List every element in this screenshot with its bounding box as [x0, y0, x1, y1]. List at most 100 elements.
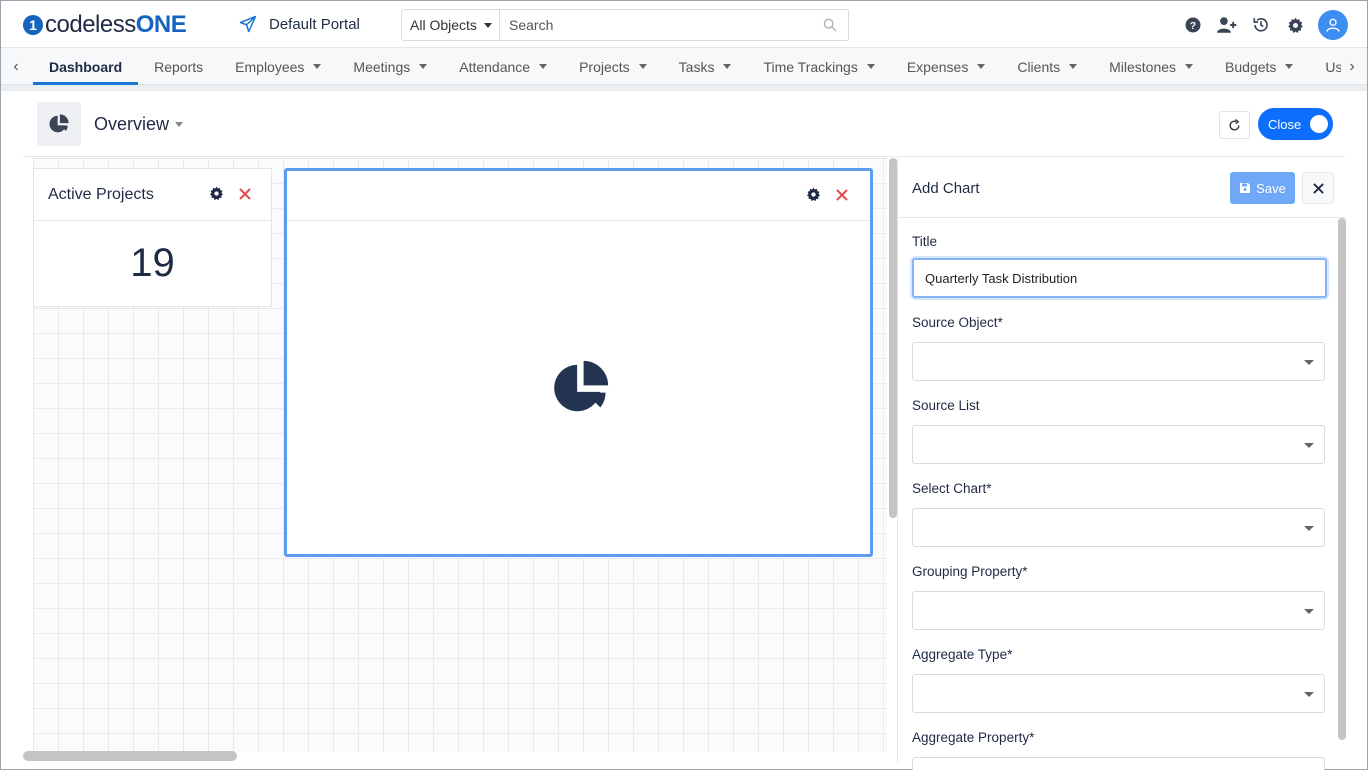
gear-icon[interactable]	[806, 187, 821, 202]
help-icon[interactable]: ?	[1176, 16, 1210, 34]
chevron-down-icon	[1304, 526, 1314, 531]
field-select[interactable]	[912, 425, 1325, 464]
chevron-down-icon	[1304, 360, 1314, 365]
chevron-down-icon	[539, 64, 548, 69]
field-label: Source List	[912, 398, 980, 413]
tab-tasks[interactable]: Tasks	[663, 48, 748, 85]
chevron-down-icon	[175, 122, 184, 127]
form-field: Aggregate Type*	[912, 647, 1326, 713]
panel-header: Add Chart Save	[898, 158, 1346, 218]
pie-chart-icon	[37, 102, 81, 146]
widget-header: Active Projects	[34, 169, 271, 221]
close-icon[interactable]	[239, 187, 251, 200]
grid-horizontal-scrollbar[interactable]	[23, 751, 237, 761]
chevron-down-icon	[483, 22, 492, 28]
nav-tabs: Dashboard Reports Employees Meetings Attenda…	[33, 48, 1341, 85]
chevron-down-icon	[419, 64, 428, 69]
page-title: Overview	[94, 114, 170, 134]
active-projects-widget[interactable]: Active Projects 19	[33, 168, 272, 307]
tab-dashboard[interactable]: Dashboard	[33, 48, 139, 85]
chevron-down-icon	[1304, 609, 1314, 614]
tab-us[interactable]: Us	[1309, 48, 1341, 85]
tab-budgets[interactable]: Budgets	[1209, 48, 1309, 85]
logo-mark: 1	[23, 15, 43, 35]
panel-title: Add Chart	[912, 180, 980, 197]
save-button[interactable]: Save	[1230, 172, 1295, 204]
tab-attendance[interactable]: Attendance	[443, 48, 563, 85]
top-bar: 1 codelessONE Default Portal All Objects…	[1, 1, 1367, 48]
user-avatar-icon[interactable]	[1318, 10, 1348, 40]
form-field: Grouping Property*	[912, 564, 1326, 630]
overview-header: Overview Close	[23, 91, 1345, 157]
widget-header	[287, 171, 870, 221]
panel-form: Title Source Object* Source List Select Ch…	[912, 234, 1327, 770]
tab-expenses[interactable]: Expenses	[891, 48, 1001, 85]
new-chart-widget[interactable]	[284, 168, 873, 557]
tab-reports[interactable]: Reports	[138, 48, 219, 85]
grid-vertical-scrollbar[interactable]	[889, 158, 897, 518]
add-user-icon[interactable]	[1210, 16, 1244, 34]
close-icon	[1312, 182, 1324, 194]
tab-projects[interactable]: Projects	[563, 48, 663, 85]
refresh-button[interactable]	[1219, 111, 1250, 139]
nav-left-arrow-icon[interactable]: ‹	[9, 48, 23, 85]
top-icons: ?	[1176, 9, 1367, 41]
tab-milestones[interactable]: Milestones	[1093, 48, 1209, 85]
search-icon[interactable]	[822, 17, 838, 33]
logo-text: codelessONE	[45, 11, 187, 38]
overview-dropdown[interactable]: Overview	[94, 114, 184, 135]
field-label: Aggregate Type*	[912, 647, 1013, 662]
field-label: Select Chart*	[912, 481, 992, 496]
search-input[interactable]	[500, 10, 848, 40]
title-label: Title	[912, 234, 938, 249]
save-icon	[1240, 183, 1251, 193]
nav-bar: ‹ Dashboard Reports Employees Meetings Atten…	[1, 48, 1367, 85]
search-bar: All Objects	[401, 9, 849, 41]
search-scope-dropdown[interactable]: All Objects	[402, 10, 500, 40]
chevron-down-icon	[723, 64, 732, 69]
tab-clients[interactable]: Clients	[1001, 48, 1093, 85]
field-select[interactable]	[912, 674, 1325, 713]
chevron-down-icon	[1185, 64, 1194, 69]
portal-selector[interactable]: Default Portal	[239, 15, 360, 33]
field-select[interactable]	[912, 342, 1325, 381]
field-label: Source Object*	[912, 315, 1003, 330]
gear-icon[interactable]	[209, 186, 224, 201]
chevron-down-icon	[638, 64, 647, 69]
chevron-down-icon	[977, 64, 986, 69]
toggle-knob	[1310, 115, 1328, 133]
portal-label: Default Portal	[269, 15, 360, 33]
close-icon[interactable]	[836, 188, 848, 201]
settings-icon[interactable]	[1278, 17, 1312, 34]
form-field: Source List	[912, 398, 1326, 464]
form-field: Source Object*	[912, 315, 1326, 381]
field-select[interactable]	[912, 591, 1325, 630]
panel-scrollbar[interactable]	[1338, 218, 1346, 740]
widget-title: Active Projects	[48, 185, 154, 203]
add-chart-panel: Add Chart Save Title Source Object* Sourc…	[897, 158, 1346, 770]
close-panel-button[interactable]	[1302, 172, 1334, 204]
dashboard-page: Overview Close Active Projects 19 Add Ch…	[23, 91, 1346, 770]
form-field: Select Chart*	[912, 481, 1326, 547]
refresh-icon	[1229, 118, 1240, 131]
field-select[interactable]	[912, 757, 1325, 770]
field-select[interactable]	[912, 508, 1325, 547]
logo[interactable]: 1 codelessONE	[23, 11, 187, 38]
widget-value: 19	[130, 241, 175, 285]
form-field: Aggregate Property*	[912, 730, 1326, 770]
history-icon[interactable]	[1244, 16, 1278, 34]
edit-mode-toggle[interactable]: Close	[1258, 108, 1333, 140]
chevron-down-icon	[866, 64, 875, 69]
chevron-down-icon	[1304, 692, 1314, 697]
chevron-down-icon	[313, 64, 322, 69]
chevron-down-icon	[1069, 64, 1078, 69]
svg-text:?: ?	[1190, 20, 1196, 32]
title-input[interactable]	[912, 258, 1327, 298]
tab-meetings[interactable]: Meetings	[337, 48, 443, 85]
tab-employees[interactable]: Employees	[219, 48, 337, 85]
tab-time-trackings[interactable]: Time Trackings	[747, 48, 890, 85]
nav-right-arrow-icon[interactable]: ›	[1345, 48, 1359, 85]
chevron-down-icon	[1304, 443, 1314, 448]
pie-chart-icon	[554, 360, 609, 412]
field-label: Grouping Property*	[912, 564, 1028, 579]
